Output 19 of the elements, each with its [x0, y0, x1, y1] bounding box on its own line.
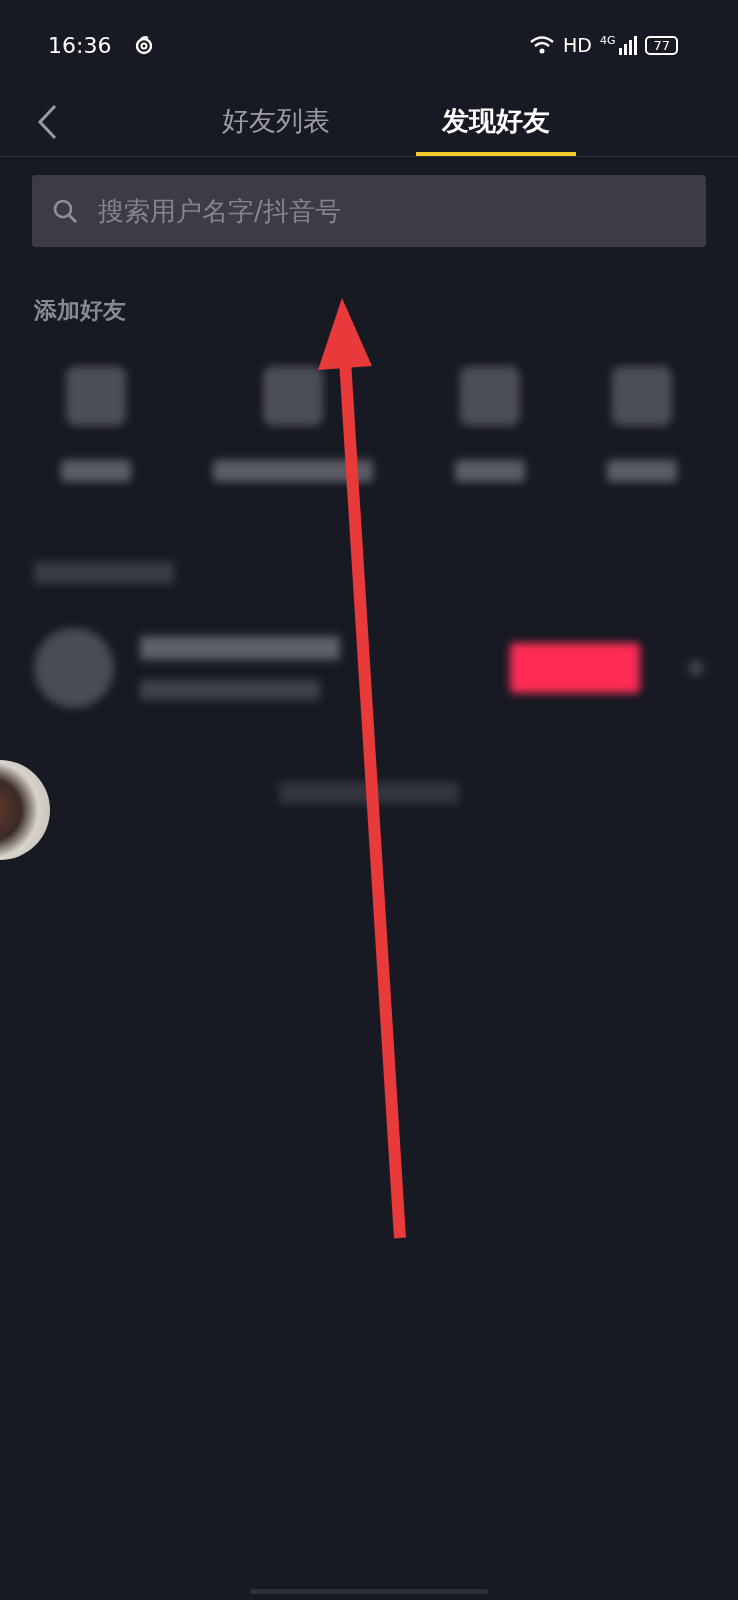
blurred-label: [607, 460, 677, 482]
battery-indicator: 77: [645, 35, 678, 55]
hd-label: HD: [563, 34, 592, 56]
blurred-label: [61, 460, 131, 482]
section-title: 添加好友: [34, 296, 126, 325]
blurred-label: [455, 460, 525, 482]
back-icon[interactable]: [36, 104, 58, 140]
blurred-icon: [263, 366, 323, 426]
blurred-icon: [612, 366, 672, 426]
network-label: 4G: [599, 34, 616, 47]
search-field[interactable]: 搜索用户名字/抖音号: [32, 175, 706, 247]
blurred-icon: [460, 366, 520, 426]
tab[interactable]: 好友列表: [196, 90, 356, 156]
tab[interactable]: 发现好友: [416, 90, 576, 156]
signal-icon: [619, 35, 638, 55]
status-time: 16:36: [48, 32, 112, 58]
blurred-close-icon: [688, 660, 704, 676]
wifi-icon: [529, 35, 555, 55]
blurred-icon: [66, 366, 126, 426]
